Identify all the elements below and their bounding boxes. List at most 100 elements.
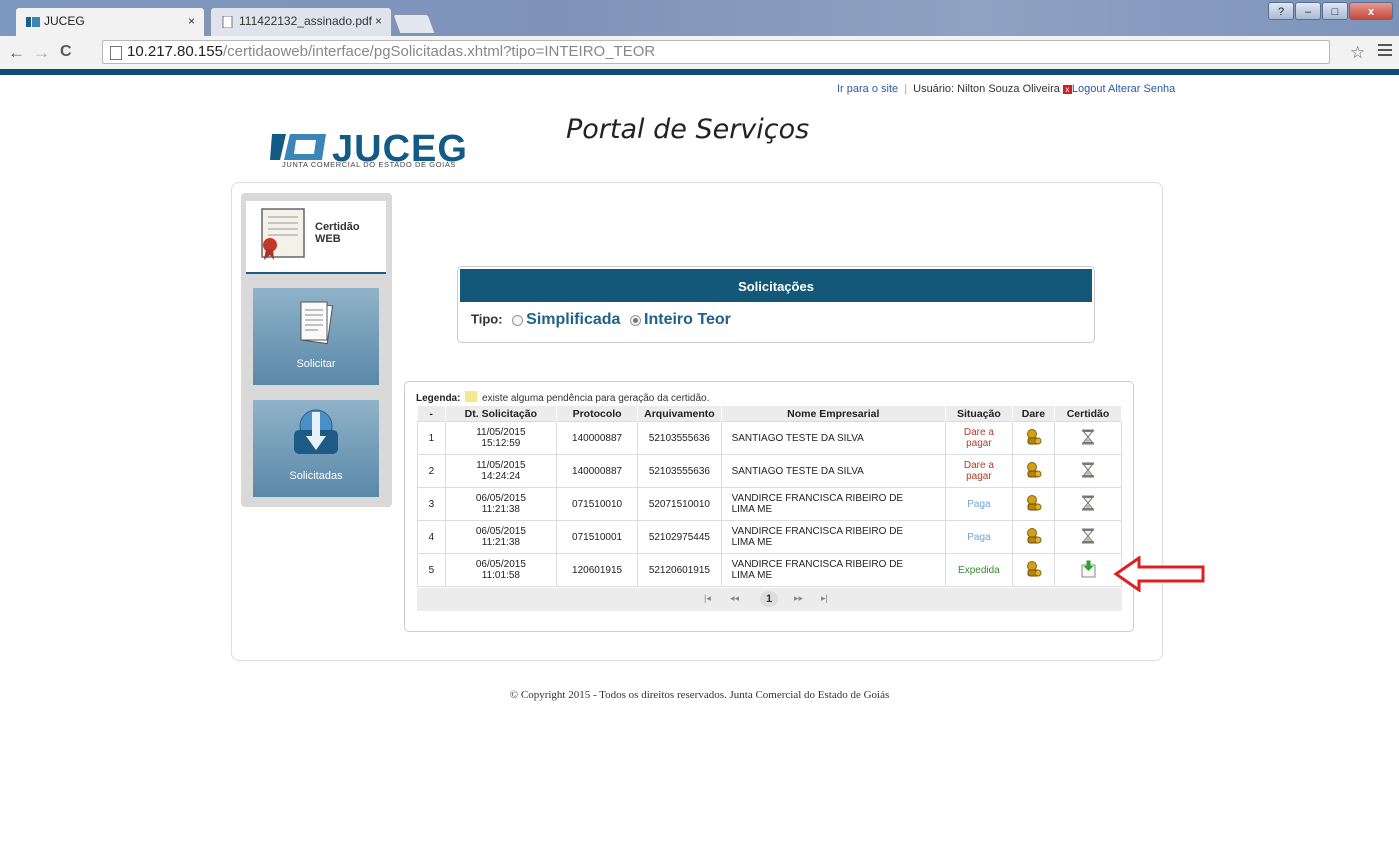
solicitadas-table: - Dt. Solicitação Protocolo Arquivamento… <box>417 406 1122 587</box>
option-simplificada[interactable]: Simplificada <box>526 311 620 328</box>
col-header[interactable]: Nome Empresarial <box>721 406 946 422</box>
logout-link[interactable]: Logout <box>1072 83 1106 95</box>
juceg-logo-icon <box>270 134 326 160</box>
hourglass-icon[interactable] <box>1081 462 1095 478</box>
user-label: Usuário: Nilton Souza Oliveira <box>913 83 1060 95</box>
cell-situacao: Dare a pagar <box>944 454 1013 488</box>
table-row: 5 06/05/2015 11:01:58 120601915 521206019… <box>417 553 1122 587</box>
tab-title: 111422132_assinado.pdf <box>239 14 373 28</box>
hourglass-icon[interactable] <box>1081 495 1095 511</box>
cell-arquivamento: 52103555636 <box>637 421 722 455</box>
browser-menu-icon[interactable] <box>1378 44 1392 59</box>
maximize-button[interactable]: □ <box>1322 2 1348 20</box>
prev-page-button[interactable]: ◂◂ <box>730 593 739 604</box>
annotation-arrow-icon <box>1113 556 1205 592</box>
solicitacoes-title: Solicitações <box>460 269 1092 302</box>
row-number: 3 <box>417 487 446 521</box>
cell-certidao <box>1054 520 1122 554</box>
reload-button[interactable]: C <box>60 43 72 61</box>
radio-inteiro-teor[interactable] <box>630 314 642 326</box>
col-header[interactable]: Arquivamento <box>637 406 722 422</box>
cell-protocolo: 140000887 <box>555 421 639 455</box>
cell-certidao <box>1054 487 1122 521</box>
money-bag-icon[interactable] <box>1024 527 1042 545</box>
cell-date: 11/05/2015 14:24:24 <box>444 454 557 488</box>
col-header[interactable]: - <box>417 406 446 422</box>
site-header-bar <box>0 69 1399 75</box>
cell-nome: VANDIRCE FRANCISCA RIBEIRO DE LIMA ME <box>720 553 946 587</box>
cell-dare <box>1011 421 1056 455</box>
top-links: Ir para o site | Usuário: Nilton Souza O… <box>837 83 1175 95</box>
cell-nome: SANTIAGO TESTE DA SILVA <box>720 454 946 488</box>
tab-close-icon[interactable]: × <box>188 14 195 28</box>
row-number: 1 <box>417 421 446 455</box>
bookmark-star-icon[interactable]: ☆ <box>1350 43 1365 63</box>
window-controls: ? – □ x <box>1267 2 1393 22</box>
cell-situacao: Paga <box>944 520 1013 554</box>
cell-dare <box>1011 553 1056 587</box>
back-button[interactable]: ← <box>8 43 25 63</box>
page-icon <box>110 46 122 60</box>
cell-certidao <box>1054 553 1122 587</box>
money-bag-icon[interactable] <box>1024 494 1042 512</box>
table-row: 2 11/05/2015 14:24:24 140000887 521035556… <box>417 454 1122 488</box>
last-page-button[interactable]: ▸| <box>821 593 828 604</box>
hourglass-icon[interactable] <box>1081 429 1095 445</box>
col-header[interactable]: Certidão <box>1054 406 1122 422</box>
pagination: |◂ ◂◂ 1 ▸▸ ▸| <box>417 588 1122 611</box>
legend-label: Legenda: <box>416 393 461 404</box>
tipo-selector: Tipo: Simplificada Inteiro Teor <box>471 311 731 329</box>
sidebar-item-solicitadas[interactable]: Solicitadas <box>253 400 379 497</box>
col-header[interactable]: Dare <box>1012 406 1056 422</box>
tab-juceg[interactable]: JUCEG × <box>15 7 205 36</box>
cell-nome: VANDIRCE FRANCISCA RIBEIRO DE LIMA ME <box>720 487 946 521</box>
option-inteiro-teor[interactable]: Inteiro Teor <box>644 311 731 328</box>
cell-certidao <box>1054 454 1122 488</box>
first-page-button[interactable]: |◂ <box>704 593 711 604</box>
help-button[interactable]: ? <box>1268 2 1294 20</box>
address-bar[interactable]: 10.217.80.155/certidaoweb/interface/pgSo… <box>102 40 1330 64</box>
col-header[interactable]: Protocolo <box>556 406 639 422</box>
cell-arquivamento: 52103555636 <box>637 454 722 488</box>
alterar-senha-link[interactable]: Alterar Senha <box>1108 83 1175 95</box>
new-tab-button[interactable] <box>392 14 436 34</box>
cell-date: 06/05/2015 11:21:38 <box>444 520 557 554</box>
forward-button[interactable]: → <box>33 43 50 63</box>
logout-icon[interactable]: x <box>1062 84 1072 94</box>
cell-arquivamento: 52071510010 <box>637 487 722 521</box>
download-certificate-icon[interactable] <box>1081 560 1096 578</box>
radio-simplificada[interactable] <box>512 314 524 326</box>
page-favicon-icon <box>222 16 233 28</box>
col-header[interactable]: Situação <box>945 406 1013 422</box>
col-header[interactable]: Dt. Solicitação <box>445 406 557 422</box>
close-window-button[interactable]: x <box>1349 2 1393 20</box>
separator: | <box>904 83 908 95</box>
sidebar-header: Certidão WEB <box>246 201 386 274</box>
current-page-button[interactable]: 1 <box>760 591 778 607</box>
row-number: 4 <box>417 520 446 554</box>
tab-bar: JUCEG × 111422132_assinado.pdf × ? – □ x <box>0 0 1399 36</box>
legend-text: existe alguma pendência para geração da … <box>482 393 710 404</box>
table-row: 4 06/05/2015 11:21:38 071510001 521029754… <box>417 520 1122 554</box>
tab-close-icon[interactable]: × <box>375 14 382 28</box>
cell-dare <box>1011 487 1056 521</box>
url-path: /certidaoweb/interface/pgSolicitadas.xht… <box>222 43 656 60</box>
money-bag-icon[interactable] <box>1024 428 1042 446</box>
minimize-button[interactable]: – <box>1295 2 1321 20</box>
money-bag-icon[interactable] <box>1024 461 1042 479</box>
cell-nome: VANDIRCE FRANCISCA RIBEIRO DE LIMA ME <box>720 520 946 554</box>
money-bag-icon[interactable] <box>1024 560 1042 578</box>
browser-toolbar: ← → C 10.217.80.155/certidaoweb/interfac… <box>0 36 1399 69</box>
certificate-icon <box>261 208 305 260</box>
juceg-favicon-icon <box>26 17 40 27</box>
logo-subtitle: JUNTA COMERCIAL DO ESTADO DE GOIÁS <box>282 160 457 169</box>
next-page-button[interactable]: ▸▸ <box>794 593 803 604</box>
cell-protocolo: 071510010 <box>555 487 639 521</box>
legend-swatch <box>465 391 478 402</box>
tab-pdf[interactable]: 111422132_assinado.pdf × <box>210 7 392 36</box>
sidebar-item-solicitar[interactable]: Solicitar <box>253 288 379 385</box>
cell-date: 11/05/2015 15:12:59 <box>444 421 557 455</box>
site-link[interactable]: Ir para o site <box>837 83 898 95</box>
cell-protocolo: 120601915 <box>555 553 639 587</box>
hourglass-icon[interactable] <box>1081 528 1095 544</box>
